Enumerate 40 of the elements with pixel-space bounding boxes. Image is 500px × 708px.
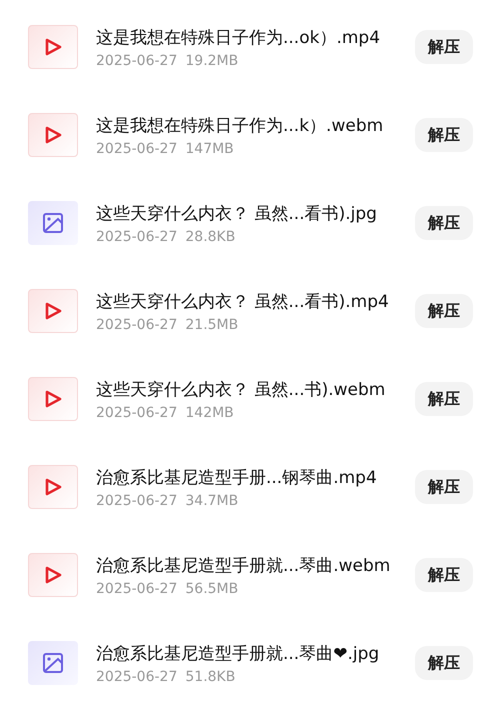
extract-button[interactable]: 解压 bbox=[415, 30, 473, 64]
video-file-icon bbox=[28, 377, 78, 421]
extract-button[interactable]: 解压 bbox=[415, 206, 473, 240]
file-size: 142MB bbox=[185, 404, 234, 420]
file-size: 19.2MB bbox=[185, 52, 238, 68]
extract-button[interactable]: 解压 bbox=[415, 294, 473, 328]
video-file-icon bbox=[28, 25, 78, 69]
file-date: 2025-06-27 bbox=[96, 316, 178, 332]
file-size: 34.7MB bbox=[185, 492, 238, 508]
video-file-icon bbox=[28, 465, 78, 509]
file-date: 2025-06-27 bbox=[96, 140, 178, 156]
file-name: 这些天穿什么内衣？ 虽然...看书).mp4 bbox=[96, 290, 390, 312]
file-date: 2025-06-27 bbox=[96, 580, 178, 596]
image-file-icon bbox=[28, 201, 78, 245]
file-name: 治愈系比基尼造型手册就...琴曲❤.jpg bbox=[96, 642, 380, 664]
file-name: 这是我想在特殊日子作为...ok）.mp4 bbox=[96, 26, 382, 48]
file-size: 51.8KB bbox=[185, 668, 236, 684]
file-date: 2025-06-27 bbox=[96, 228, 178, 244]
file-name: 治愈系比基尼造型手册...钢琴曲.mp4 bbox=[96, 466, 378, 488]
file-date: 2025-06-27 bbox=[96, 404, 178, 420]
file-name: 这些天穿什么内衣？ 虽然...书).webm bbox=[96, 378, 386, 400]
file-name: 这是我想在特殊日子作为...k）.webm bbox=[96, 114, 384, 136]
file-size: 56.5MB bbox=[185, 580, 238, 596]
file-date: 2025-06-27 bbox=[96, 52, 178, 68]
video-file-icon bbox=[28, 553, 78, 597]
file-name: 这些天穿什么内衣？ 虽然...看书).jpg bbox=[96, 202, 378, 224]
extract-button[interactable]: 解压 bbox=[415, 646, 473, 680]
extract-button[interactable]: 解压 bbox=[415, 558, 473, 592]
video-file-icon bbox=[28, 113, 78, 157]
file-size: 21.5MB bbox=[185, 316, 238, 332]
file-date: 2025-06-27 bbox=[96, 492, 178, 508]
extract-button[interactable]: 解压 bbox=[415, 118, 473, 152]
file-size: 28.8KB bbox=[185, 228, 236, 244]
extract-button[interactable]: 解压 bbox=[415, 470, 473, 504]
file-name: 治愈系比基尼造型手册就...琴曲.webm bbox=[96, 554, 392, 576]
extract-button[interactable]: 解压 bbox=[415, 382, 473, 416]
file-size: 147MB bbox=[185, 140, 234, 156]
file-date: 2025-06-27 bbox=[96, 668, 178, 684]
video-file-icon bbox=[28, 289, 78, 333]
image-file-icon bbox=[28, 641, 78, 685]
